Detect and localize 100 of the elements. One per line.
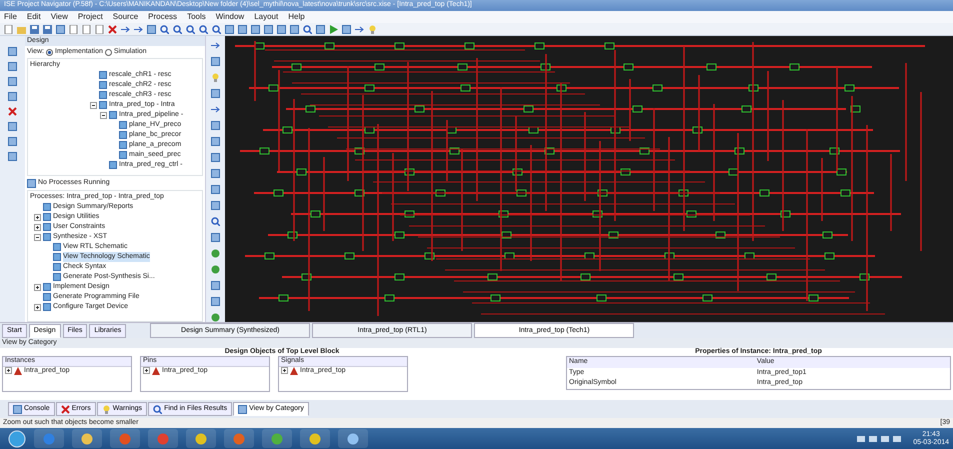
menu-item[interactable]: Source [112, 12, 138, 22]
side-toolbar-button[interactable] [210, 72, 220, 82]
zoom-icon [198, 24, 208, 34]
hierarchy-icon [152, 366, 160, 375]
toolbar-button[interactable] [289, 24, 299, 34]
square-icon [211, 200, 220, 210]
toolbar-button[interactable] [211, 24, 221, 34]
side-toolbar-button[interactable] [210, 152, 220, 162]
radio-button[interactable] [104, 48, 112, 56]
square-icon [8, 46, 17, 56]
side-toolbar-button[interactable] [210, 168, 220, 178]
toolbar-button[interactable] [341, 24, 351, 34]
expand-icon [281, 367, 288, 374]
square-icon [211, 56, 220, 66]
toolbar-button[interactable] [237, 24, 247, 34]
zoom-icon [212, 24, 220, 34]
hierarchy-icon [14, 366, 22, 375]
toolbar-button[interactable] [81, 24, 91, 34]
toolbar-button[interactable] [55, 24, 65, 34]
toolbar-button[interactable] [302, 24, 312, 34]
menu-item[interactable]: Window [216, 12, 244, 22]
menu-item[interactable]: Help [288, 12, 305, 22]
side-toolbar-button[interactable] [8, 136, 18, 146]
side-toolbar-button[interactable] [210, 312, 220, 322]
expand-icon[interactable] [34, 284, 41, 290]
toolbar-button[interactable] [224, 24, 234, 34]
toolbar-button[interactable] [172, 24, 182, 34]
menu-item[interactable]: Process [148, 12, 178, 22]
toolbar-button[interactable] [159, 24, 169, 34]
save-icon [30, 24, 38, 34]
side-toolbar-button[interactable] [8, 46, 18, 56]
side-toolbar-button[interactable] [210, 120, 220, 130]
square-icon [238, 24, 246, 34]
square-icon [211, 184, 220, 194]
expand-icon[interactable] [34, 214, 41, 220]
toolbar-button[interactable] [107, 24, 117, 34]
zoom-icon [172, 24, 182, 34]
toolbar-button[interactable] [185, 24, 195, 34]
side-toolbar-button[interactable] [210, 296, 220, 306]
side-toolbar-button[interactable] [8, 91, 18, 101]
square-icon [211, 88, 220, 98]
hierarchy-icon [290, 366, 298, 375]
toolbar-button[interactable] [42, 24, 52, 34]
lightbulb-icon [102, 404, 111, 414]
side-toolbar-button[interactable] [210, 136, 220, 146]
taskbar-button[interactable] [338, 429, 368, 448]
toolbar-button[interactable] [29, 24, 39, 34]
toolbar-button[interactable] [146, 24, 156, 34]
toolbar-button[interactable] [263, 24, 273, 34]
menu-item[interactable]: File [4, 12, 17, 22]
collapse-icon[interactable] [100, 112, 107, 118]
square-icon [8, 152, 17, 160]
circle-icon [211, 312, 220, 322]
toolbar-button[interactable] [94, 24, 104, 34]
expand-icon[interactable] [34, 304, 41, 310]
toolbar-button[interactable] [367, 24, 377, 34]
expand-icon[interactable] [34, 224, 41, 230]
side-toolbar-button[interactable] [210, 88, 220, 98]
square-icon [290, 24, 298, 34]
side-toolbar-button[interactable] [210, 216, 220, 226]
square-icon [316, 24, 324, 34]
collapse-icon[interactable] [34, 234, 41, 240]
menu-item[interactable]: Project [78, 12, 103, 22]
side-toolbar-button[interactable] [8, 151, 18, 161]
square-icon [13, 404, 22, 414]
menu-item[interactable]: Edit [26, 12, 41, 22]
square-icon [8, 136, 17, 146]
side-toolbar-button[interactable] [8, 76, 18, 86]
side-toolbar-button[interactable] [8, 61, 18, 71]
toolbar-button[interactable] [3, 24, 13, 34]
taskbar-button[interactable] [72, 429, 102, 448]
toolbar-button[interactable] [276, 24, 286, 34]
taskbar-button[interactable] [300, 429, 330, 448]
toolbar-button[interactable] [250, 24, 260, 34]
zoom-icon [302, 24, 312, 34]
menu-item[interactable]: Tools [187, 12, 206, 22]
square-icon [211, 136, 220, 146]
expand-icon [5, 367, 12, 374]
taskbar-button[interactable] [186, 429, 216, 448]
toolbar-button[interactable] [315, 24, 325, 34]
side-toolbar-button[interactable] [8, 106, 18, 116]
toolbar-button[interactable] [68, 24, 78, 34]
side-toolbar-button[interactable] [210, 248, 220, 258]
side-toolbar-button[interactable] [210, 264, 220, 274]
side-toolbar-button[interactable] [210, 200, 220, 210]
square-icon [342, 24, 350, 34]
side-toolbar-button[interactable] [210, 56, 220, 66]
square-icon [238, 404, 248, 414]
side-toolbar-button[interactable] [210, 280, 220, 290]
side-toolbar-button[interactable] [8, 121, 18, 131]
menu-item[interactable]: View [50, 12, 68, 22]
close-icon [108, 24, 116, 34]
menu-item[interactable]: Layout [254, 12, 278, 22]
square-icon [264, 24, 272, 34]
toolbar-button[interactable] [198, 24, 208, 34]
radio-button[interactable] [46, 48, 53, 56]
zoom-icon [186, 24, 194, 34]
side-toolbar-button[interactable] [210, 232, 220, 242]
collapse-icon[interactable] [90, 102, 97, 108]
side-toolbar-button[interactable] [210, 184, 220, 194]
